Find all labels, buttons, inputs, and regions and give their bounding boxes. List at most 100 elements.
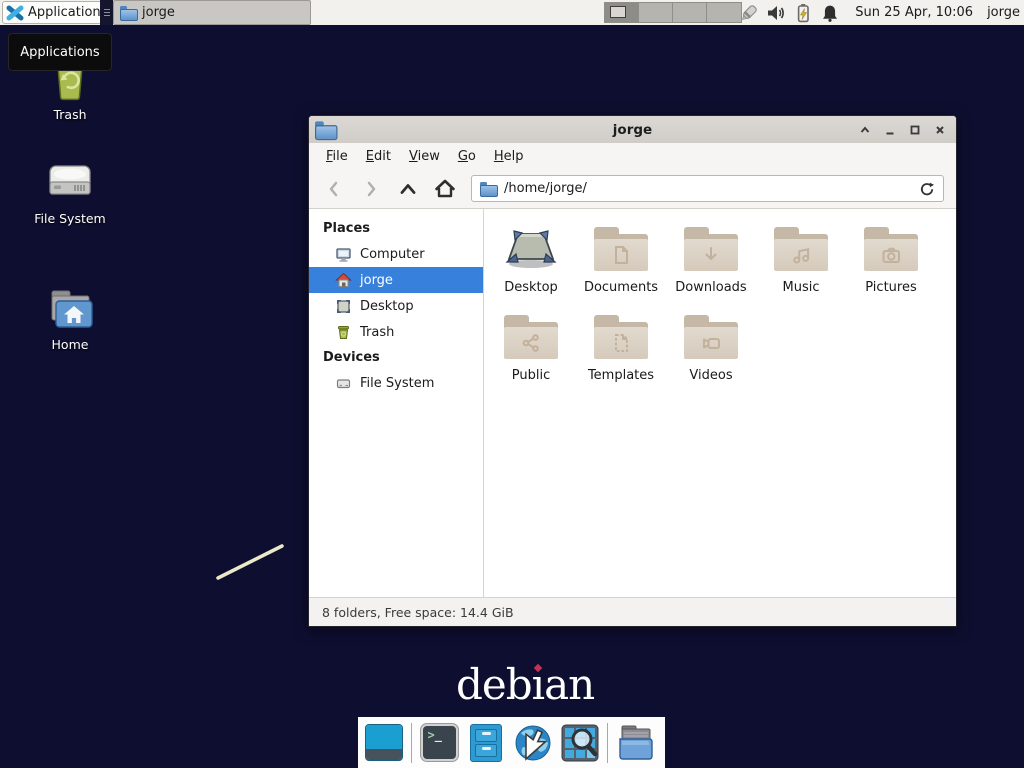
folder-templates-icon <box>610 332 632 354</box>
sidebar-item-file-system[interactable]: File System <box>309 370 483 396</box>
folder-videos-icon <box>700 332 722 354</box>
applications-menu-label: Applications <box>28 5 107 20</box>
sidebar: Places Computer <box>309 209 484 597</box>
menu-edit[interactable]: Edit <box>357 146 400 167</box>
menu-bar: File Edit View Go Help <box>309 143 956 169</box>
panel-clock: Sun 25 Apr, 10:06 <box>855 5 973 20</box>
status-bar: 8 folders, Free space: 14.4 GiB <box>309 597 956 626</box>
computer-icon <box>335 246 352 263</box>
sidebar-item-label: Computer <box>360 247 425 262</box>
stylus-icon[interactable] <box>739 2 759 24</box>
file-item-label: Downloads <box>675 280 746 295</box>
file-item-label: Videos <box>689 368 732 383</box>
desktop-icon-file-system[interactable]: File System <box>10 158 130 226</box>
close-button[interactable] <box>927 116 952 143</box>
menu-go[interactable]: Go <box>449 146 485 167</box>
file-item-label: Documents <box>584 280 658 295</box>
menu-view[interactable]: View <box>400 146 449 167</box>
toolbar: /home/jorge/ <box>309 169 956 209</box>
workspace-4[interactable] <box>707 3 741 22</box>
file-item-music[interactable]: Music <box>756 221 846 295</box>
web-browser-icon[interactable] <box>513 723 553 763</box>
maximize-button[interactable] <box>902 116 927 143</box>
stray-line-artifact <box>212 540 292 584</box>
desktop-icon-home[interactable]: Home <box>10 288 130 352</box>
reload-button[interactable] <box>919 181 935 197</box>
show-desktop-icon[interactable] <box>364 723 404 763</box>
taskbar-handle[interactable] <box>100 0 113 25</box>
file-item-label: Public <box>512 368 550 383</box>
window-titlebar[interactable]: jorge <box>309 116 956 143</box>
workspace-3[interactable] <box>673 3 707 22</box>
notifications-bell-icon[interactable] <box>820 2 840 24</box>
volume-icon[interactable] <box>766 2 786 24</box>
file-item-label: Templates <box>588 368 654 383</box>
file-item-label: Desktop <box>504 280 558 295</box>
application-finder-icon[interactable] <box>560 723 600 763</box>
folder-downloads-icon <box>700 244 722 266</box>
path-input[interactable]: /home/jorge/ <box>504 181 911 196</box>
taskbar-window-button[interactable]: jorge <box>113 0 311 25</box>
file-grid: Desktop Documents <box>484 209 956 597</box>
folder-music-icon <box>790 244 812 266</box>
file-manager-window: jorge File Edit View Go Help <box>308 115 957 627</box>
file-item-downloads[interactable]: Downloads <box>666 221 756 295</box>
file-item-label: Music <box>783 280 820 295</box>
file-item-public[interactable]: Public <box>486 309 576 383</box>
folder-documents-icon <box>610 244 632 266</box>
dock: >_ <box>358 717 665 768</box>
file-item-documents[interactable]: Documents <box>576 221 666 295</box>
trash-icon <box>335 324 352 341</box>
sidebar-item-label: jorge <box>360 273 393 288</box>
sidebar-item-trash[interactable]: Trash <box>309 319 483 345</box>
home-icon <box>335 272 352 289</box>
dock-separator <box>607 723 608 763</box>
sidebar-item-label: File System <box>360 376 434 391</box>
desktop-icon-label: File System <box>34 211 106 226</box>
shade-button[interactable] <box>852 116 877 143</box>
window-body: Places Computer <box>309 209 956 597</box>
file-item-templates[interactable]: Templates <box>576 309 666 383</box>
sidebar-item-computer[interactable]: Computer <box>309 241 483 267</box>
workspace-window-preview <box>610 6 626 18</box>
folder-icon <box>480 182 496 195</box>
file-item-pictures[interactable]: Pictures <box>846 221 936 295</box>
status-text: 8 folders, Free space: 14.4 GiB <box>322 605 514 620</box>
folder-icon <box>120 6 136 19</box>
battery-charging-icon[interactable] <box>793 2 813 24</box>
sidebar-item-desktop[interactable]: Desktop <box>309 293 483 319</box>
up-button[interactable] <box>395 176 421 202</box>
desktop-special-icon <box>504 227 558 271</box>
desktop-icon-label: Home <box>52 337 89 352</box>
hard-drive-icon <box>46 158 94 206</box>
workspace-2[interactable] <box>639 3 673 22</box>
menu-file[interactable]: File <box>317 146 357 167</box>
sidebar-item-jorge[interactable]: jorge <box>309 267 483 293</box>
menu-help[interactable]: Help <box>485 146 533 167</box>
top-panel: Applications jorge <box>0 0 1024 25</box>
folder-pictures-icon <box>880 244 902 266</box>
desktop: Applications jorge <box>0 0 1024 768</box>
hard-drive-icon <box>335 375 352 392</box>
system-tray: Sun 25 Apr, 10:06 jorge <box>739 0 1020 25</box>
xfce-logo-icon <box>6 4 24 22</box>
taskbar-window-label: jorge <box>142 5 175 20</box>
file-item-desktop[interactable]: Desktop <box>486 221 576 295</box>
desktop-icon-label: Trash <box>53 107 86 122</box>
minimize-button[interactable] <box>877 116 902 143</box>
terminal-icon[interactable]: >_ <box>419 723 459 763</box>
folder-public-icon <box>520 332 542 354</box>
debian-logo: debıan <box>456 660 594 709</box>
session-username: jorge <box>987 5 1020 20</box>
sidebar-item-label: Trash <box>360 325 394 340</box>
sidebar-section-places: Places <box>309 216 483 241</box>
workspace-1[interactable] <box>605 3 639 22</box>
file-item-videos[interactable]: Videos <box>666 309 756 383</box>
home-button[interactable] <box>432 176 458 202</box>
file-manager-icon[interactable] <box>615 723 655 763</box>
file-cabinet-icon[interactable] <box>466 723 506 763</box>
back-button[interactable] <box>321 176 347 202</box>
sidebar-item-label: Desktop <box>360 299 414 314</box>
forward-button[interactable] <box>358 176 384 202</box>
path-bar[interactable]: /home/jorge/ <box>471 175 944 202</box>
